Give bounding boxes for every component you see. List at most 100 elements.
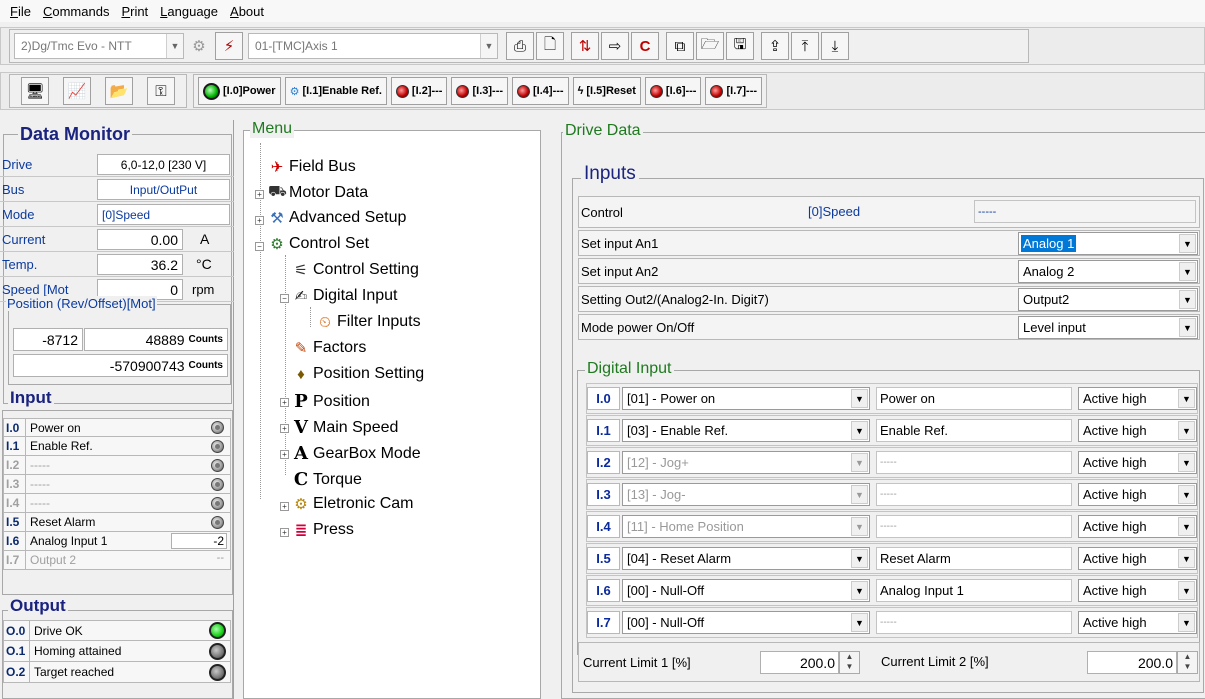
chevron-down-icon[interactable]: ▼ bbox=[851, 613, 868, 632]
digital-input-function-select[interactable]: [00] - Null-Off ▼ bbox=[622, 579, 870, 602]
menu-language[interactable]: Language bbox=[160, 4, 218, 19]
io-button-i7[interactable]: [I.7]--- bbox=[705, 77, 763, 105]
digital-input-function-select[interactable]: [12] - Jog+ ▼ bbox=[622, 451, 870, 474]
device-combo[interactable]: 2)Dg/Tmc Evo - NTT ▼ bbox=[14, 33, 184, 59]
digital-input-name-field[interactable]: ----- bbox=[876, 451, 1072, 474]
expand-icon[interactable]: + bbox=[280, 528, 289, 537]
chevron-down-icon[interactable]: ▼ bbox=[851, 485, 868, 504]
chevron-down-icon[interactable]: ▼ bbox=[1179, 234, 1196, 253]
menu-print[interactable]: Print bbox=[121, 4, 148, 19]
io-button-i2[interactable]: [I.2]--- bbox=[390, 77, 448, 105]
digital-input-name-field[interactable]: Power on bbox=[876, 387, 1072, 410]
connect-icon[interactable]: ⚡ bbox=[215, 32, 243, 60]
tree-item-digital-input[interactable]: ✍ Digital Input bbox=[292, 287, 398, 305]
chevron-down-icon[interactable]: ▼ bbox=[1179, 318, 1196, 337]
digital-input-name-field[interactable]: Enable Ref. bbox=[876, 419, 1072, 442]
copy-icon[interactable]: ⧉ bbox=[666, 32, 694, 60]
current-limit-2-spinner[interactable]: ▲ ▼ bbox=[1177, 651, 1198, 674]
io-button-i4[interactable]: [I.4]--- bbox=[512, 77, 569, 105]
digital-input-level-select[interactable]: Active high ▼ bbox=[1078, 547, 1197, 570]
chevron-down-icon[interactable]: ▼ bbox=[1179, 262, 1196, 281]
io-button-i5[interactable]: ϟ [I.5]Reset bbox=[572, 77, 641, 105]
scope-icon[interactable]: 📈 bbox=[63, 77, 91, 105]
digital-input-level-select[interactable]: Active high ▼ bbox=[1078, 483, 1197, 506]
io-button-i1[interactable]: ⚙ [I.1]Enable Ref. bbox=[284, 77, 387, 105]
chevron-down-icon[interactable]: ▼ bbox=[1178, 389, 1195, 408]
tree-item-torque[interactable]: C Torque bbox=[292, 469, 362, 490]
chevron-down-icon[interactable]: ▼ bbox=[480, 34, 497, 58]
chevron-down-icon[interactable]: ▼ bbox=[1178, 485, 1195, 504]
tree-item-gearbox-mode[interactable]: A GearBox Mode bbox=[292, 443, 421, 464]
digital-input-function-select[interactable]: [03] - Enable Ref. ▼ bbox=[622, 419, 870, 442]
chevron-down-icon[interactable]: ▼ bbox=[851, 581, 868, 600]
open-file-icon[interactable]: 🗁 bbox=[696, 32, 724, 60]
digital-input-name-field[interactable]: ----- bbox=[876, 483, 1072, 506]
disconnect-icon[interactable]: ⚙ bbox=[185, 32, 213, 60]
digital-input-name-field[interactable]: ----- bbox=[876, 611, 1072, 634]
chevron-down-icon[interactable]: ▼ bbox=[1178, 517, 1195, 536]
chevron-down-icon[interactable]: ▼ bbox=[851, 389, 868, 408]
digital-input-level-select[interactable]: Active high ▼ bbox=[1078, 387, 1197, 410]
expand-icon[interactable]: + bbox=[255, 190, 264, 199]
expand-icon[interactable]: + bbox=[280, 398, 289, 407]
load-param-icon[interactable]: ⤒ bbox=[791, 32, 819, 60]
chevron-down-icon[interactable]: ▼ bbox=[851, 549, 868, 568]
save-file-icon[interactable]: 🖫 bbox=[726, 32, 754, 60]
tree-item-position[interactable]: P Position bbox=[292, 391, 370, 412]
io-button-i3[interactable]: [I.3]--- bbox=[451, 77, 509, 105]
mode-power-select[interactable]: Level input ▼ bbox=[1018, 316, 1198, 339]
menu-commands[interactable]: Commands bbox=[43, 4, 109, 19]
chevron-down-icon[interactable]: ▼ bbox=[851, 421, 868, 440]
digital-input-function-select[interactable]: [01] - Power on ▼ bbox=[622, 387, 870, 410]
io-config-icon[interactable]: ⚿ bbox=[147, 77, 175, 105]
chevron-down-icon[interactable]: ▼ bbox=[1178, 613, 1195, 632]
scope-folder-icon[interactable]: 📂 bbox=[105, 77, 133, 105]
chevron-down-icon[interactable]: ▼ bbox=[1178, 549, 1195, 568]
setting-out2-select[interactable]: Output2 ▼ bbox=[1018, 288, 1198, 311]
chevron-down-icon[interactable]: ▼ bbox=[166, 34, 183, 58]
set-input-an2-select[interactable]: Analog 2 ▼ bbox=[1018, 260, 1198, 283]
digital-input-name-field[interactable]: ----- bbox=[876, 515, 1072, 538]
digital-input-function-select[interactable]: [04] - Reset Alarm ▼ bbox=[622, 547, 870, 570]
chevron-down-icon[interactable]: ▼ bbox=[1178, 581, 1195, 600]
menu-about[interactable]: About bbox=[230, 4, 264, 19]
chevron-down-icon[interactable]: ▼ bbox=[851, 453, 868, 472]
digital-input-name-field[interactable]: Reset Alarm bbox=[876, 547, 1072, 570]
monitor-icon[interactable]: 🖥 bbox=[21, 77, 49, 105]
chevron-down-icon[interactable]: ▼ bbox=[851, 517, 868, 536]
chevron-down-icon[interactable]: ▼ bbox=[1179, 290, 1196, 309]
tree-item-main-speed[interactable]: V Main Speed bbox=[292, 417, 398, 438]
digital-input-level-select[interactable]: Active high ▼ bbox=[1078, 515, 1197, 538]
transfer-icon[interactable]: ⇨ bbox=[601, 32, 629, 60]
digital-input-function-select[interactable]: [13] - Jog- ▼ bbox=[622, 483, 870, 506]
tree-item-motor-data[interactable]: ⛟ Motor Data bbox=[268, 183, 368, 202]
chevron-down-icon[interactable]: ▼ bbox=[1178, 421, 1195, 440]
collapse-icon[interactable]: − bbox=[280, 294, 289, 303]
tree-item-control-setting[interactable]: ⚟ Control Setting bbox=[292, 261, 419, 279]
tree-item-eletronic-cam[interactable]: ⚙ Eletronic Cam bbox=[292, 495, 413, 513]
set-input-an1-select[interactable]: Analog 1 ▼ bbox=[1018, 232, 1198, 255]
digital-input-function-select[interactable]: [11] - Home Position ▼ bbox=[622, 515, 870, 538]
tree-item-factors[interactable]: ✎ Factors bbox=[292, 339, 367, 357]
expand-icon[interactable]: + bbox=[280, 502, 289, 511]
menu-file[interactable]: File bbox=[10, 4, 31, 19]
digital-input-name-field[interactable]: Analog Input 1 bbox=[876, 579, 1072, 602]
tree-item-press[interactable]: ≣ Press bbox=[292, 521, 354, 539]
io-button-i0[interactable]: [I.0]Power bbox=[198, 77, 281, 105]
upload-param-icon[interactable]: ⇪ bbox=[761, 32, 789, 60]
digital-input-level-select[interactable]: Active high ▼ bbox=[1078, 451, 1197, 474]
collapse-icon[interactable]: − bbox=[255, 242, 264, 251]
print-preview-icon[interactable]: 🗋 bbox=[536, 32, 564, 60]
current-limit-1-spinner[interactable]: ▲ ▼ bbox=[839, 651, 860, 674]
current-limit-2-input[interactable]: 200.0 bbox=[1087, 651, 1177, 674]
tree-item-advanced-setup[interactable]: ⚒ Advanced Setup bbox=[268, 209, 406, 227]
axis-combo[interactable]: 01-[TMC]Axis 1 ▼ bbox=[248, 33, 498, 59]
digital-input-level-select[interactable]: Active high ▼ bbox=[1078, 611, 1197, 634]
print-icon[interactable]: ⎙ bbox=[506, 32, 534, 60]
tree-item-field-bus[interactable]: ✈ Field Bus bbox=[268, 158, 356, 176]
expand-icon[interactable]: + bbox=[280, 450, 289, 459]
tree-item-position-setting[interactable]: ♦ Position Setting bbox=[292, 365, 424, 383]
reset-icon[interactable]: C bbox=[631, 32, 659, 60]
expand-icon[interactable]: + bbox=[280, 424, 289, 433]
digital-input-function-select[interactable]: [00] - Null-Off ▼ bbox=[622, 611, 870, 634]
